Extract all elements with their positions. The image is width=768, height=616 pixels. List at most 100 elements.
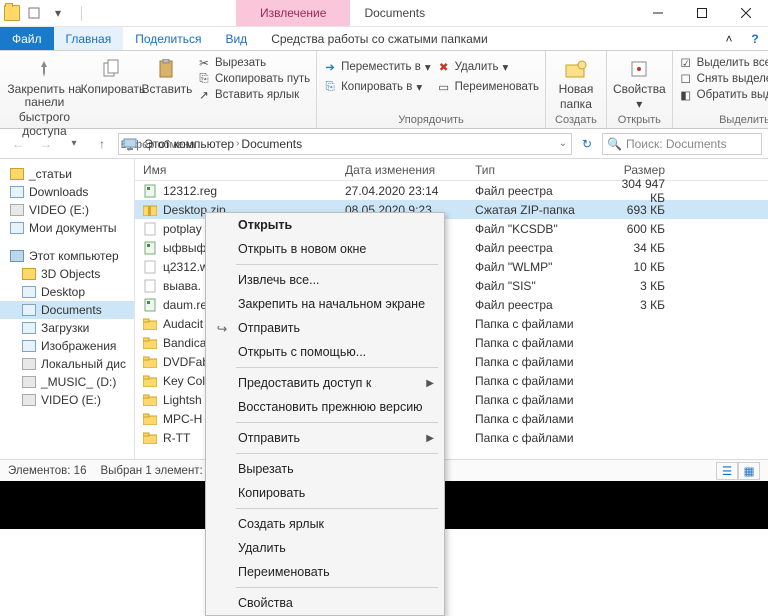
tree-item-mydocs[interactable]: Мои документы — [0, 219, 134, 237]
col-size[interactable]: Размер — [605, 163, 685, 177]
cut-button[interactable]: ✂Вырезать — [197, 56, 310, 70]
col-date[interactable]: Дата изменения — [345, 163, 475, 177]
group-new-label: Создать — [552, 113, 600, 126]
cm-copy[interactable]: Копировать — [206, 481, 444, 505]
tab-view[interactable]: Вид — [213, 27, 259, 50]
close-button[interactable] — [724, 0, 768, 26]
copy-button[interactable]: Копировать — [89, 54, 137, 138]
pin-quick-access-button[interactable]: Закрепить на панелибыстрого доступа — [6, 54, 83, 138]
crumb-documents[interactable]: Documents — [241, 137, 302, 151]
chevron-icon[interactable]: › — [236, 138, 239, 149]
col-type[interactable]: Тип — [475, 163, 605, 177]
file-name: выава. — [163, 279, 201, 293]
tab-compressed-tools[interactable]: Средства работы со сжатыми папками — [259, 27, 500, 50]
cm-properties[interactable]: Свойства — [206, 591, 444, 615]
cm-send-share[interactable]: ↪Отправить — [206, 316, 444, 340]
copy-path-button[interactable]: ⎘Скопировать путь — [197, 72, 310, 86]
file-type: Папка с файлами — [475, 412, 605, 426]
nav-up-button[interactable]: ↑ — [90, 132, 114, 156]
file-type: Сжатая ZIP-папка — [475, 203, 605, 217]
cm-open-new-window[interactable]: Открыть в новом окне — [206, 237, 444, 261]
search-input[interactable]: 🔍 Поиск: Documents — [602, 133, 762, 155]
ribbon-collapse-icon[interactable]: ˄ — [716, 27, 742, 50]
chevron-icon[interactable]: › — [139, 138, 142, 149]
share-icon: ↪ — [214, 320, 230, 336]
cm-send-to[interactable]: Отправить▶ — [206, 426, 444, 450]
file-row[interactable]: 12312.reg27.04.2020 23:14Файл реестра304… — [135, 181, 768, 200]
nav-back-button[interactable]: ← — [6, 132, 30, 156]
path-icon: ⎘ — [197, 72, 211, 86]
tree-item-localdisk[interactable]: Локальный дис — [0, 355, 134, 373]
qat-caret-icon[interactable]: ▾ — [48, 3, 68, 23]
copy-to-button[interactable]: ⎘Копировать в ▾ — [323, 80, 431, 94]
cm-give-access[interactable]: Предоставить доступ к▶ — [206, 371, 444, 395]
file-name: Lightsh — [163, 393, 202, 407]
view-details-button[interactable]: ☰ — [716, 462, 738, 480]
help-icon[interactable]: ? — [742, 27, 768, 50]
select-none-button[interactable]: ☐Снять выделение — [679, 72, 768, 86]
file-type: Файл реестра — [475, 184, 605, 198]
file-icon — [143, 260, 157, 274]
rename-icon: ▭ — [437, 80, 451, 94]
tree-item-video-e[interactable]: VIDEO (E:) — [0, 201, 134, 219]
invert-selection-button[interactable]: ◧Обратить выделение — [679, 88, 768, 102]
col-name[interactable]: Имя — [135, 163, 345, 177]
tree-item-desktop[interactable]: Desktop — [0, 283, 134, 301]
tab-file[interactable]: Файл — [0, 27, 54, 50]
nav-tree[interactable]: _статьи Downloads VIDEO (E:) Мои докумен… — [0, 159, 135, 459]
cm-open[interactable]: Открыть — [206, 213, 444, 237]
window-folder-icon — [4, 5, 20, 21]
file-icon — [143, 298, 157, 312]
breadcrumb-dropdown-icon[interactable]: ⌄ — [559, 138, 567, 149]
tree-item-thispc[interactable]: Этот компьютер — [0, 247, 134, 265]
tree-item-video-e2[interactable]: VIDEO (E:) — [0, 391, 134, 409]
file-type: Файл "KCSDB" — [475, 222, 605, 236]
file-name: Bandica — [163, 336, 206, 350]
paste-icon — [154, 57, 180, 81]
tree-item-music-d[interactable]: _MUSIC_ (D:) — [0, 373, 134, 391]
tab-home[interactable]: Главная — [54, 27, 124, 50]
maximize-button[interactable] — [680, 0, 724, 26]
cm-delete[interactable]: Удалить — [206, 536, 444, 560]
rename-button[interactable]: ▭Переименовать — [437, 80, 539, 94]
move-to-button[interactable]: ➔Переместить в ▾ — [323, 60, 431, 74]
group-open-label: Открыть — [613, 113, 666, 126]
file-name: Audacit — [163, 317, 203, 331]
tab-share[interactable]: Поделиться — [123, 27, 213, 50]
copy-icon — [100, 57, 126, 81]
crumb-this-pc[interactable]: Этот компьютер — [144, 137, 234, 151]
cm-rename[interactable]: Переименовать — [206, 560, 444, 584]
tree-item-pictures[interactable]: Изображения — [0, 337, 134, 355]
paste-button[interactable]: Вставить — [143, 54, 191, 138]
paste-shortcut-button[interactable]: ↗Вставить ярлык — [197, 88, 310, 102]
nav-forward-button[interactable]: → — [34, 132, 58, 156]
minimize-button[interactable] — [636, 0, 680, 26]
cm-extract-all[interactable]: Извлечь все... — [206, 268, 444, 292]
file-name: MPC-H — [163, 412, 202, 426]
tree-item-documents[interactable]: Documents — [0, 301, 134, 319]
tree-item-articles[interactable]: _статьи — [0, 165, 134, 183]
window-title: Documents — [350, 0, 439, 26]
new-folder-button[interactable]: Новаяпапка — [552, 54, 600, 113]
properties-icon — [626, 57, 652, 81]
file-name: potplay — [163, 222, 202, 236]
view-tiles-button[interactable]: ▦ — [738, 462, 760, 480]
file-name: R-TT — [163, 431, 190, 445]
context-menu: Открыть Открыть в новом окне Извлечь все… — [205, 212, 445, 616]
delete-button[interactable]: ✖Удалить ▾ — [437, 60, 539, 74]
tree-item-3dobjects[interactable]: 3D Objects — [0, 265, 134, 283]
cm-create-shortcut[interactable]: Создать ярлык — [206, 512, 444, 536]
breadcrumb[interactable]: › Этот компьютер › Documents ⌄ — [118, 133, 572, 155]
qat-new-icon[interactable] — [24, 3, 44, 23]
tree-item-downloads2[interactable]: Загрузки — [0, 319, 134, 337]
nav-history-button[interactable]: ▾ — [62, 132, 86, 156]
select-all-button[interactable]: ☑Выделить все — [679, 56, 768, 70]
cm-cut[interactable]: Вырезать — [206, 457, 444, 481]
file-type: Файл реестра — [475, 298, 605, 312]
tree-item-downloads[interactable]: Downloads — [0, 183, 134, 201]
cm-pin-start[interactable]: Закрепить на начальном экране — [206, 292, 444, 316]
properties-button[interactable]: Свойства▾ — [613, 54, 666, 113]
cm-restore-version[interactable]: Восстановить прежнюю версию — [206, 395, 444, 419]
cm-open-with[interactable]: Открыть с помощью... — [206, 340, 444, 364]
refresh-button[interactable]: ↻ — [576, 137, 598, 151]
